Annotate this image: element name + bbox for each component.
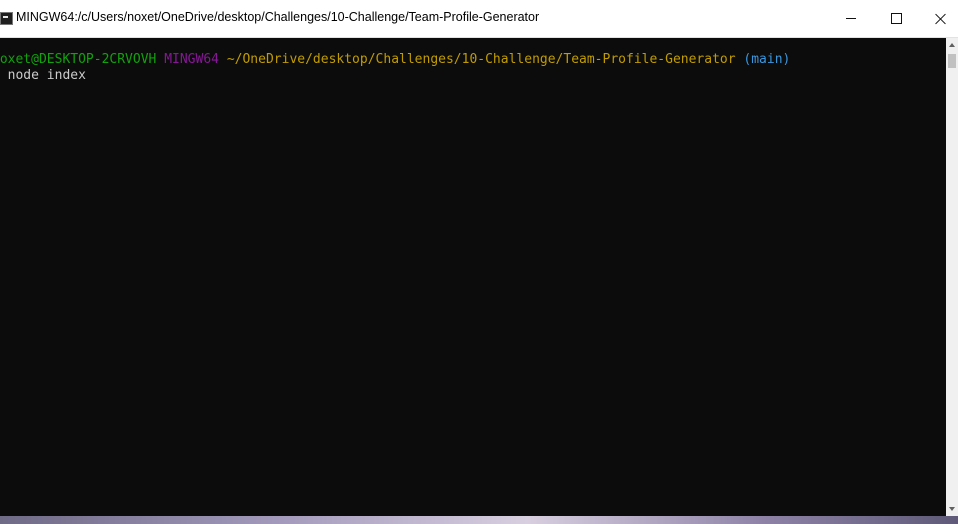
command-text: node index: [7, 68, 86, 83]
minimize-icon: [846, 18, 856, 19]
title-bar[interactable]: MINGW64:/c/Users/noxet/OneDrive/desktop/…: [0, 0, 958, 38]
scroll-down-button[interactable]: [946, 502, 958, 516]
close-icon: [935, 13, 947, 25]
prompt-user-host: noxet@DESKTOP-2CRVOVH: [0, 52, 157, 67]
chevron-up-icon: [949, 43, 955, 47]
prompt-branch: (main): [743, 52, 791, 67]
scroll-thumb[interactable]: [948, 54, 956, 68]
terminal-window[interactable]: MINGW64:/c/Users/noxet/OneDrive/desktop/…: [0, 0, 958, 516]
minimize-button[interactable]: [828, 0, 874, 37]
close-button[interactable]: [918, 0, 958, 37]
vertical-scrollbar[interactable]: [946, 38, 958, 516]
terminal-output[interactable]: noxet@DESKTOP-2CRVOVH MINGW64 ~/OneDrive…: [0, 38, 946, 516]
command-line: $ node index: [0, 68, 86, 84]
scroll-up-button[interactable]: [946, 38, 958, 52]
prompt-path: ~/OneDrive/desktop/Challenges/10-Challen…: [226, 52, 736, 67]
maximize-button[interactable]: [873, 0, 919, 37]
maximize-icon: [890, 13, 902, 24]
chevron-down-icon: [949, 507, 955, 511]
window-title: MINGW64:/c/Users/noxet/OneDrive/desktop/…: [16, 10, 540, 24]
terminal-icon[interactable]: [0, 12, 13, 25]
prompt-line: noxet@DESKTOP-2CRVOVH MINGW64 ~/OneDrive…: [0, 52, 790, 68]
prompt-system: MINGW64: [164, 52, 219, 67]
